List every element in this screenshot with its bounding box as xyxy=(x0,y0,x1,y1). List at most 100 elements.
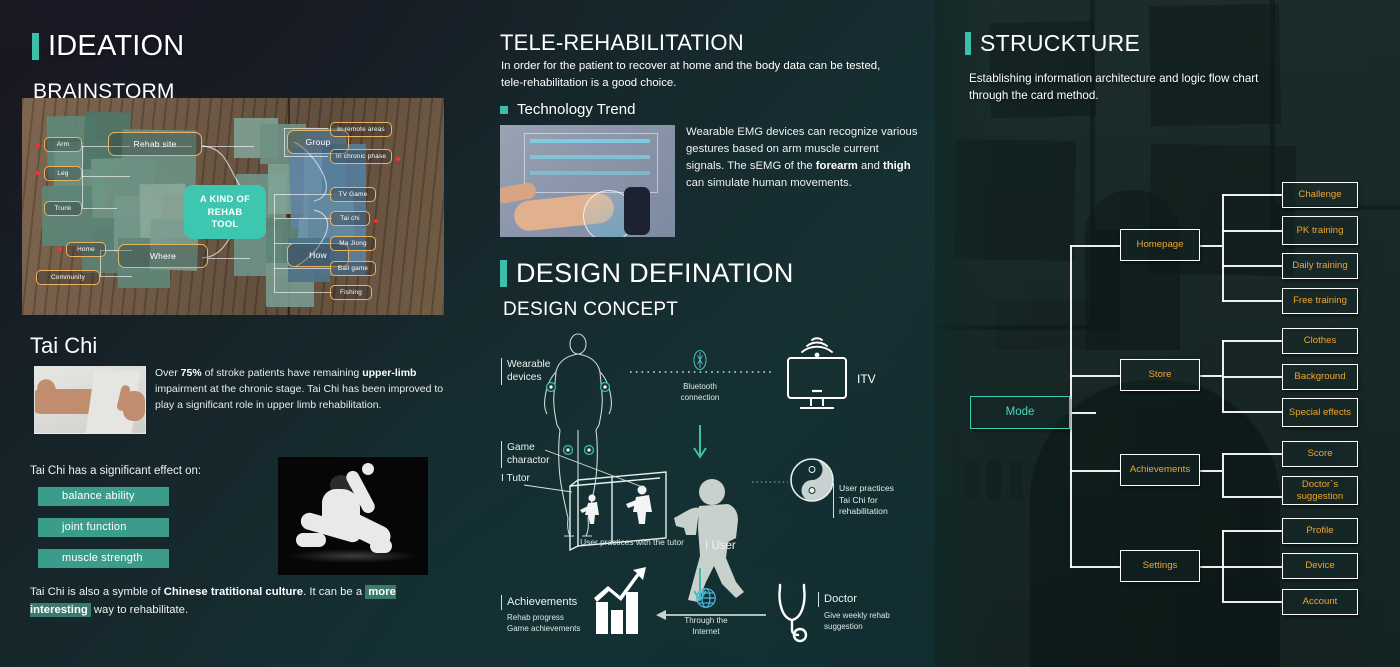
ideation-heading: IDEATION xyxy=(32,32,184,61)
cl-end: way to rehabilitate. xyxy=(90,603,189,616)
yy-l2: Tai Chi for xyxy=(839,494,878,505)
poster-canvas: IDEATION BRAINSTORM Arm Leg Trunk Home C… xyxy=(0,0,1400,667)
mindmap-hub: Where xyxy=(118,244,208,268)
yy-l1: User practices xyxy=(839,483,894,493)
tree-edge xyxy=(1222,376,1282,378)
mindmap-label: TV Game xyxy=(330,187,376,202)
mindmap-hub: Rehab site xyxy=(108,132,202,156)
column-tele-design: TELE-REHABILITATION In order for the pat… xyxy=(500,0,930,667)
sitemap-leaf-pk-training[interactable]: PK training xyxy=(1282,216,1358,245)
yy-l3: rehabilitation xyxy=(839,506,888,517)
cl-mid: . It can be a xyxy=(303,586,366,598)
tv-icon xyxy=(787,357,847,409)
emg-device-photo xyxy=(500,125,675,237)
brainstorm-board-photo: Arm Leg Trunk Home Community Rehab site … xyxy=(22,98,444,315)
gc-l2: charactor xyxy=(507,455,550,467)
mindmap-label: Trunk xyxy=(44,201,82,216)
sitemap-leaf-free-training[interactable]: Free training xyxy=(1282,288,1358,314)
label-game-charactor: Game charactor xyxy=(501,441,549,468)
sitemap-leaf-background[interactable]: Background xyxy=(1282,364,1358,390)
struckture-heading: STRUCKTURE xyxy=(965,30,1140,57)
star-marker-icon xyxy=(36,143,40,147)
label-achievements: Achievements xyxy=(501,595,577,610)
cl-pre: Tai Chi is also a symble of xyxy=(30,586,164,598)
star-marker-icon xyxy=(374,219,378,223)
sitemap-node-homepage[interactable]: Homepage xyxy=(1120,229,1200,261)
bluetooth-icon xyxy=(693,350,707,370)
tp-mid2: impairment at the chronic stage. xyxy=(155,382,305,395)
struckture-description: Establishing information architecture an… xyxy=(969,72,1259,103)
column-structure: STRUCKTURE Establishing information arch… xyxy=(935,0,1400,667)
sitemap-leaf-special-effects[interactable]: Special effects xyxy=(1282,398,1358,427)
achievements-chart-icon xyxy=(594,567,646,634)
tree-edge xyxy=(1222,496,1282,498)
square-bullet-icon xyxy=(500,105,508,114)
tp-b1: 75% xyxy=(180,367,202,379)
sitemap-leaf-doctors-suggestion[interactable]: Doctor`s suggestion xyxy=(1282,476,1358,505)
tree-edge xyxy=(1200,470,1222,472)
wearable-l2: devices xyxy=(507,372,542,384)
emg-b1: forearm xyxy=(815,160,858,173)
sitemap-leaf-account[interactable]: Account xyxy=(1282,589,1358,615)
tree-edge xyxy=(1200,245,1222,247)
stethoscope-icon xyxy=(778,583,808,643)
mindmap-label: In remote areas xyxy=(330,122,392,137)
sitemap-leaf-clothes[interactable]: Clothes xyxy=(1282,328,1358,354)
design-defination-title: DESIGN DEFINATION xyxy=(516,258,794,288)
label-doctor: Doctor xyxy=(818,592,857,607)
tree-edge xyxy=(1222,411,1282,413)
star-marker-icon xyxy=(36,171,40,175)
tutor-figure-icon xyxy=(580,494,599,524)
design-concept-subtitle: DESIGN CONCEPT xyxy=(503,299,679,320)
taichi-title: Tai Chi xyxy=(30,333,98,358)
label-user: I User xyxy=(705,540,736,552)
sitemap-root-mode[interactable]: Mode xyxy=(970,396,1070,429)
tree-edge xyxy=(1222,230,1282,232)
sitemap-leaf-challenge[interactable]: Challenge xyxy=(1282,182,1358,208)
sitemap-leaf-profile[interactable]: Profile xyxy=(1282,518,1358,544)
doc-l1: Give weekly rehab xyxy=(824,611,890,620)
game-character-figure-icon xyxy=(626,485,652,524)
emg-b2: thigh xyxy=(883,160,911,173)
internet-caption: Through the Internet xyxy=(658,616,754,638)
mindmap-label: Home xyxy=(66,242,106,257)
int-l2: Internet xyxy=(692,626,720,636)
wearable-l1: Wearable xyxy=(507,359,551,370)
sitemap-leaf-score[interactable]: Score xyxy=(1282,441,1358,467)
mindmap-label: Arm xyxy=(44,137,82,152)
sitemap-leaf-daily-training[interactable]: Daily training xyxy=(1282,253,1358,279)
emg-description: Wearable EMG devices can recognize vario… xyxy=(686,124,918,193)
sitemap-leaf-device[interactable]: Device xyxy=(1282,553,1358,579)
tree-edge xyxy=(1070,375,1120,377)
center-line-2: REHAB TOOL xyxy=(207,205,243,230)
tree-edge xyxy=(1222,601,1282,603)
accent-bar-icon xyxy=(500,260,507,287)
mindmap-label: Tai chi xyxy=(330,211,370,226)
technology-trend-label: Technology Trend xyxy=(517,101,636,118)
sitemap-node-settings[interactable]: Settings xyxy=(1120,550,1200,582)
ach-l2: Game achievements xyxy=(507,623,581,633)
sitemap-node-achievements[interactable]: Achievements xyxy=(1120,454,1200,486)
mindmap-label: Ma Jiong xyxy=(330,236,376,251)
tree-edge xyxy=(1200,375,1222,377)
effect-pill-muscle: muscle strength xyxy=(38,549,169,568)
tree-edge xyxy=(1222,566,1282,568)
column-ideation: IDEATION BRAINSTORM Arm Leg Trunk Home C… xyxy=(0,0,470,667)
tree-edge xyxy=(1070,470,1120,472)
tp-mid1: of stroke patients have remaining xyxy=(201,367,363,379)
struckture-title: STRUCKTURE xyxy=(980,30,1141,56)
doctor-sub: Give weekly rehab suggestion xyxy=(824,611,890,633)
emg-l2-pre: The sEMG of the xyxy=(727,160,816,173)
tree-edge xyxy=(1222,300,1282,302)
sitemap-node-store[interactable]: Store xyxy=(1120,359,1200,391)
tree-edge xyxy=(1200,566,1222,568)
effect-pill-balance: balance ability xyxy=(38,487,169,506)
cl-b1: Chinese tratitional culture xyxy=(163,586,304,598)
tp-b2: upper-limb xyxy=(362,367,417,379)
accent-bar-icon xyxy=(965,32,971,55)
technology-trend-heading: Technology Trend xyxy=(500,101,635,118)
tree-edge xyxy=(1222,194,1224,302)
taichi-effect-intro: Tai Chi has a significant effect on: xyxy=(30,465,202,477)
tree-edge xyxy=(1222,194,1282,196)
yin-yang-icon xyxy=(790,458,834,502)
